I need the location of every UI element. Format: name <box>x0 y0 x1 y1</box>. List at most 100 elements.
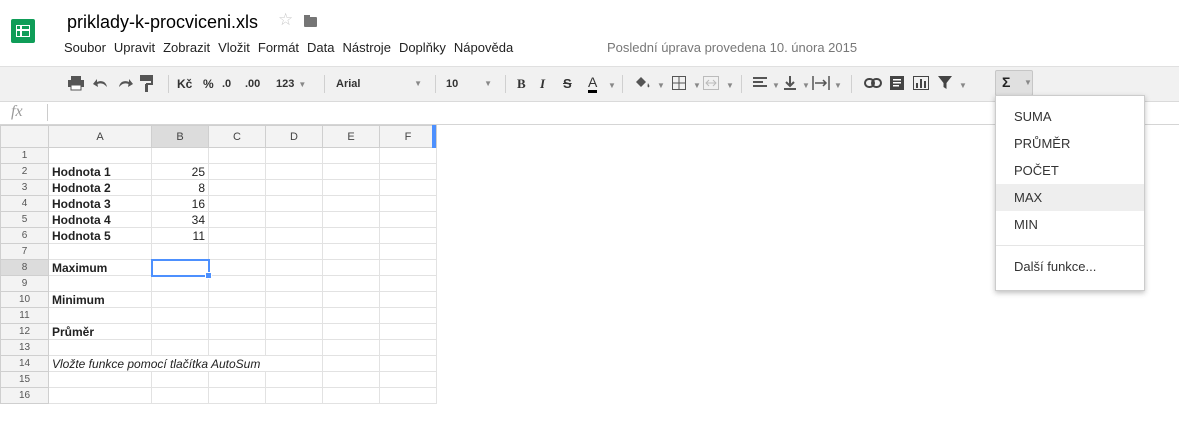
cell[interactable] <box>48 339 152 356</box>
chevron-down-icon[interactable]: ▼ <box>955 75 967 93</box>
align-left-icon[interactable] <box>753 77 767 95</box>
cell[interactable] <box>379 195 437 212</box>
cell[interactable] <box>322 307 380 324</box>
cell[interactable] <box>322 355 380 372</box>
menu-doplnky[interactable]: Doplňky <box>395 40 450 55</box>
frozen-column-handle[interactable] <box>432 125 436 148</box>
font-size-select[interactable]: 10 ▼ <box>446 75 494 93</box>
cell[interactable] <box>322 211 380 228</box>
cell[interactable] <box>379 291 437 308</box>
cell[interactable] <box>151 387 209 404</box>
row-header[interactable]: 7 <box>0 243 49 260</box>
link-icon[interactable] <box>864 78 882 96</box>
cell[interactable] <box>322 259 380 276</box>
chevron-down-icon[interactable]: ▼ <box>653 75 665 93</box>
select-all-corner[interactable] <box>0 125 49 148</box>
fill-color-icon[interactable] <box>634 76 652 94</box>
cell[interactable] <box>208 275 266 292</box>
chevron-down-icon[interactable]: ▼ <box>604 75 616 93</box>
cell-value[interactable]: 16 <box>151 195 209 212</box>
decrease-decimals-button[interactable]: .0 <box>222 75 231 93</box>
menu-upravit[interactable]: Upravit <box>110 40 159 55</box>
cell[interactable] <box>265 163 323 180</box>
row-header[interactable]: 13 <box>0 339 49 356</box>
menu-nastroje[interactable]: Nástroje <box>339 40 395 55</box>
formula-input[interactable] <box>54 104 1154 121</box>
more-formats-button[interactable]: 123 ▼ <box>276 75 306 93</box>
cell[interactable] <box>265 323 323 340</box>
cell[interactable] <box>322 371 380 388</box>
cell-label[interactable]: Hodnota 3 <box>48 195 152 212</box>
column-header-e[interactable]: E <box>322 125 380 148</box>
menu-item-suma[interactable]: SUMA <box>996 103 1144 130</box>
cell[interactable] <box>322 275 380 292</box>
cell[interactable] <box>208 387 266 404</box>
italic-button[interactable]: I <box>540 75 545 93</box>
cell[interactable] <box>322 179 380 196</box>
row-header[interactable]: 16 <box>0 387 49 404</box>
cell[interactable] <box>151 275 209 292</box>
cell[interactable] <box>322 163 380 180</box>
cell[interactable] <box>379 147 437 164</box>
cell[interactable] <box>208 323 266 340</box>
row-header[interactable]: 8 <box>0 259 49 276</box>
row-header[interactable]: 9 <box>0 275 49 292</box>
cell[interactable] <box>265 291 323 308</box>
column-header-b[interactable]: B <box>151 125 209 148</box>
menu-item-min[interactable]: MIN <box>996 211 1144 238</box>
bold-button[interactable]: B <box>517 75 526 93</box>
currency-format-button[interactable]: Kč <box>177 75 192 93</box>
cell-label[interactable]: Průměr <box>48 323 152 340</box>
cell-value[interactable]: 34 <box>151 211 209 228</box>
menu-zobrazit[interactable]: Zobrazit <box>159 40 214 55</box>
chevron-down-icon[interactable]: ▼ <box>798 75 810 93</box>
cell-label[interactable]: Hodnota 5 <box>48 227 152 244</box>
cell-label[interactable]: Minimum <box>48 291 152 308</box>
cell[interactable] <box>379 323 437 340</box>
cell-value[interactable]: 25 <box>151 163 209 180</box>
active-cell[interactable] <box>150 258 212 279</box>
cell[interactable] <box>379 211 437 228</box>
row-header[interactable]: 4 <box>0 195 49 212</box>
star-icon[interactable]: ☆ <box>278 10 293 30</box>
comment-icon[interactable] <box>890 76 904 94</box>
cell[interactable] <box>379 387 437 404</box>
cell[interactable] <box>379 227 437 244</box>
cell-note[interactable]: Vložte funkce pomocí tlačítka AutoSum <box>48 355 323 372</box>
chevron-down-icon[interactable]: ▼ <box>830 75 842 93</box>
menu-item-more-functions[interactable]: Další funkce... <box>996 253 1144 280</box>
text-color-button[interactable]: A <box>588 75 598 93</box>
row-header[interactable]: 10 <box>0 291 49 308</box>
cell[interactable] <box>265 147 323 164</box>
print-icon[interactable] <box>68 76 84 94</box>
vertical-align-icon[interactable] <box>784 76 796 94</box>
cell[interactable] <box>265 387 323 404</box>
cell[interactable] <box>322 227 380 244</box>
cell-value[interactable]: 8 <box>151 179 209 196</box>
cell[interactable] <box>48 243 152 260</box>
cell[interactable] <box>265 339 323 356</box>
cell[interactable] <box>379 339 437 356</box>
menu-item-prumer[interactable]: PRŮMĚR <box>996 130 1144 157</box>
increase-decimals-button[interactable]: .00 <box>245 75 260 93</box>
row-header[interactable]: 3 <box>0 179 49 196</box>
cell[interactable] <box>151 307 209 324</box>
menu-item-pocet[interactable]: POČET <box>996 157 1144 184</box>
autosum-button[interactable]: Σ ▼ <box>995 70 1033 96</box>
cell[interactable] <box>208 371 266 388</box>
fill-handle[interactable] <box>204 271 212 279</box>
cell-value[interactable]: 11 <box>151 227 209 244</box>
chevron-down-icon[interactable]: ▼ <box>768 75 780 93</box>
cell-label[interactable]: Hodnota 1 <box>48 163 152 180</box>
cell[interactable] <box>379 371 437 388</box>
cell[interactable] <box>265 307 323 324</box>
cell[interactable] <box>208 227 266 244</box>
row-header[interactable]: 6 <box>0 227 49 244</box>
borders-icon[interactable] <box>672 76 686 94</box>
cell[interactable] <box>48 307 152 324</box>
cell[interactable] <box>208 147 266 164</box>
menu-soubor[interactable]: Soubor <box>60 40 110 55</box>
column-header-f[interactable]: F <box>379 125 437 148</box>
cell[interactable] <box>208 307 266 324</box>
cell-label[interactable]: Maximum <box>48 259 152 276</box>
